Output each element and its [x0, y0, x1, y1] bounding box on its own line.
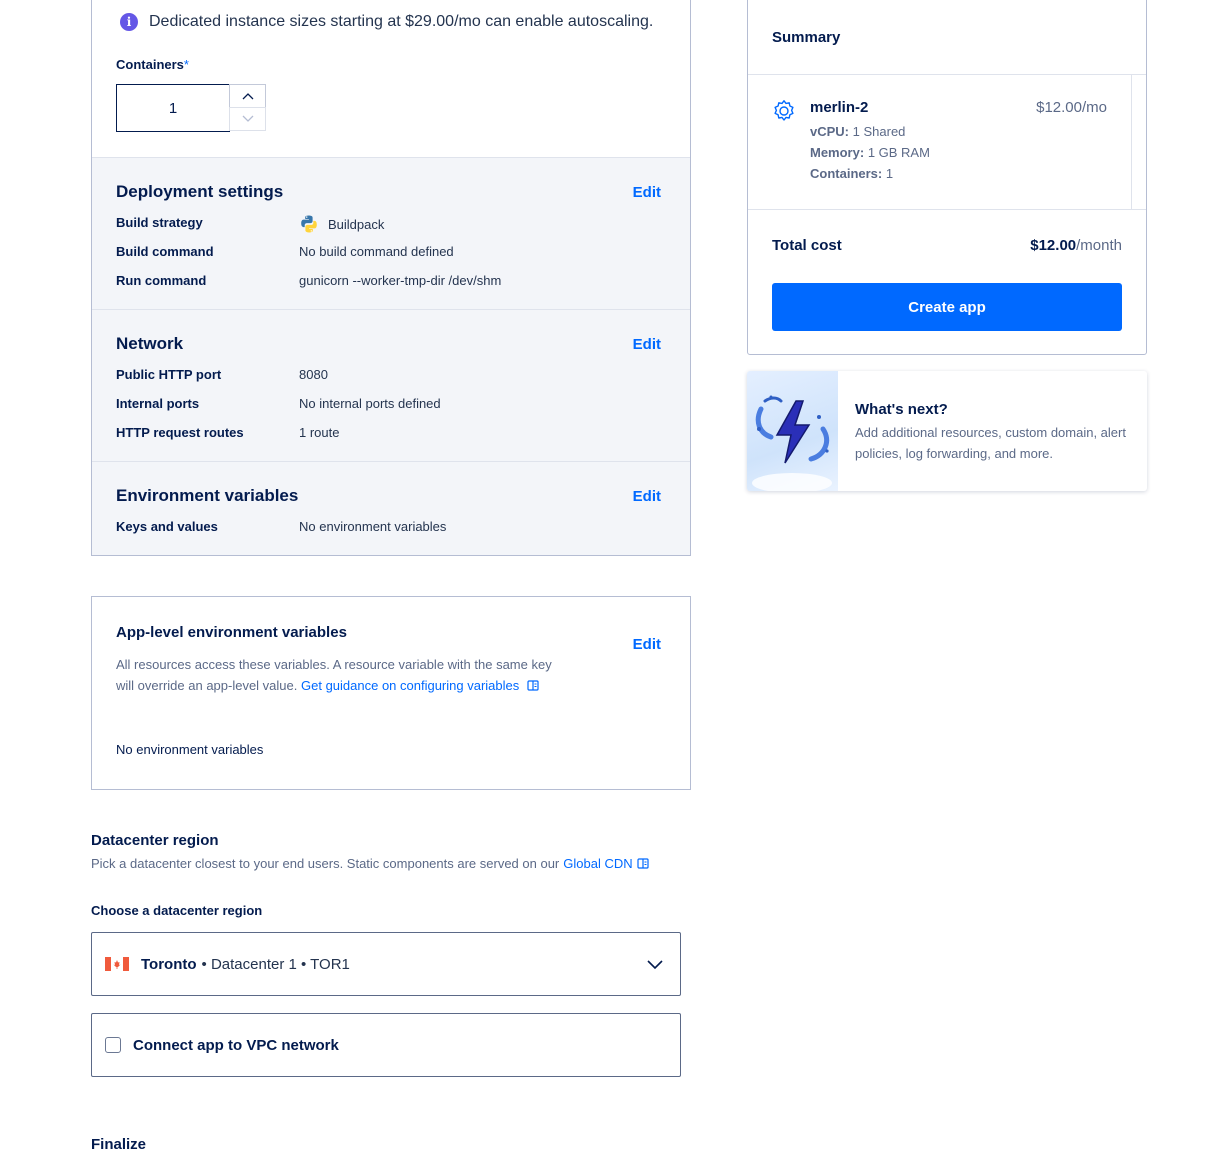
- vpc-label: Connect app to VPC network: [133, 1036, 339, 1054]
- summary-title: Summary: [772, 29, 841, 46]
- region-city: Toronto: [141, 955, 197, 973]
- edit-env-link[interactable]: Edit: [633, 488, 661, 505]
- settings-gear-icon: [774, 100, 794, 121]
- configuring-variables-link[interactable]: Get guidance on configuring variables: [301, 678, 519, 693]
- kv-value: No environment variables: [299, 519, 447, 534]
- memory-line: Memory: 1 GB RAM: [810, 145, 930, 160]
- lightning-bolt-icon: [752, 395, 832, 491]
- python-icon: [301, 215, 317, 233]
- app-env-description: All resources access these variables. A …: [116, 657, 552, 693]
- app-env-empty: No environment variables: [116, 742, 264, 757]
- kv-value: gunicorn --worker-tmp-dir /dev/shm: [299, 273, 502, 288]
- kv-value: 1 route: [299, 425, 340, 440]
- section-title: Environment variables: [116, 486, 299, 505]
- section-title: Network: [116, 334, 184, 353]
- edit-app-env-link[interactable]: Edit: [633, 636, 661, 653]
- kv-value: No build command defined: [299, 244, 454, 259]
- docs-icon: [527, 680, 539, 691]
- vcpu-line: vCPU: 1 Shared: [810, 124, 906, 139]
- component-card: i Dedicated instance sizes starting at $…: [91, 0, 691, 556]
- whats-next-illustration: [747, 371, 838, 491]
- total-cost-label: Total cost: [772, 237, 842, 254]
- whats-next-card: What's next? Add additional resources, c…: [747, 371, 1147, 491]
- kv-key: Internal ports: [116, 396, 200, 411]
- whats-next-description: Add additional resources, custom domain,…: [855, 425, 1126, 461]
- environment-variables-section: Environment variables Edit Keys and valu…: [92, 461, 690, 555]
- containers-line: Containers: 1: [810, 166, 894, 181]
- kv-value: 8080: [299, 367, 328, 382]
- summary-card: Summary merlin-2 $12.00/mo vCPU: 1 Share…: [747, 0, 1147, 355]
- region-detail: • Datacenter 1 • TOR1: [201, 955, 350, 973]
- kv-key: Build strategy: [116, 215, 203, 230]
- edit-network-link[interactable]: Edit: [633, 336, 661, 353]
- vpc-option[interactable]: Connect app to VPC network: [91, 1013, 681, 1077]
- info-icon: i: [120, 13, 138, 31]
- region-select[interactable]: Toronto • Datacenter 1 • TOR1: [91, 932, 681, 996]
- choose-region-label: Choose a datacenter region: [91, 903, 263, 918]
- vpc-checkbox[interactable]: [105, 1037, 121, 1053]
- deployment-settings-section: Deployment settings Edit Build strategy …: [92, 157, 690, 309]
- finalize-title: Finalize: [91, 1136, 147, 1153]
- containers-stepper: 1: [116, 84, 266, 132]
- resource-price: $12.00/mo: [1036, 99, 1107, 116]
- datacenter-title: Datacenter region: [91, 832, 219, 849]
- summary-resources: merlin-2 $12.00/mo vCPU: 1 Shared Memory…: [748, 75, 1146, 210]
- resource-name: merlin-2: [810, 99, 869, 116]
- containers-label: Containers*: [116, 57, 189, 72]
- kv-key: Run command: [116, 273, 207, 288]
- network-section: Network Edit Public HTTP port 8080 Inter…: [92, 309, 690, 461]
- autoscaling-info: i Dedicated instance sizes starting at $…: [120, 13, 653, 31]
- total-cost-value: $12.00/month: [1030, 237, 1122, 254]
- chevron-up-icon: [242, 93, 253, 100]
- summary-header: Summary: [748, 0, 1146, 75]
- app-env-title: App-level environment variables: [116, 624, 347, 641]
- chevron-down-icon: [242, 115, 253, 122]
- kv-key: Build command: [116, 244, 214, 259]
- chevron-down-icon: [647, 960, 663, 970]
- canada-flag-icon: [105, 957, 129, 971]
- docs-icon: [637, 858, 649, 869]
- create-app-button[interactable]: Create app: [772, 283, 1122, 331]
- section-title: Deployment settings: [116, 182, 284, 201]
- kv-key: Public HTTP port: [116, 367, 222, 382]
- global-cdn-link[interactable]: Global CDN: [563, 856, 632, 871]
- whats-next-title: What's next?: [855, 401, 948, 418]
- decrement-button[interactable]: [229, 107, 266, 131]
- kv-key: Keys and values: [116, 519, 218, 534]
- info-text: Dedicated instance sizes starting at $29…: [149, 13, 654, 30]
- containers-input[interactable]: 1: [116, 84, 230, 132]
- summary-scrollbar[interactable]: [1131, 75, 1132, 210]
- kv-key: HTTP request routes: [116, 425, 244, 440]
- increment-button[interactable]: [229, 84, 266, 108]
- edit-deployment-link[interactable]: Edit: [633, 184, 661, 201]
- app-level-env-card: App-level environment variables Edit All…: [91, 596, 691, 790]
- kv-value: Buildpack: [299, 214, 384, 234]
- kv-value: No internal ports defined: [299, 396, 441, 411]
- datacenter-subtitle: Pick a datacenter closest to your end us…: [91, 856, 649, 871]
